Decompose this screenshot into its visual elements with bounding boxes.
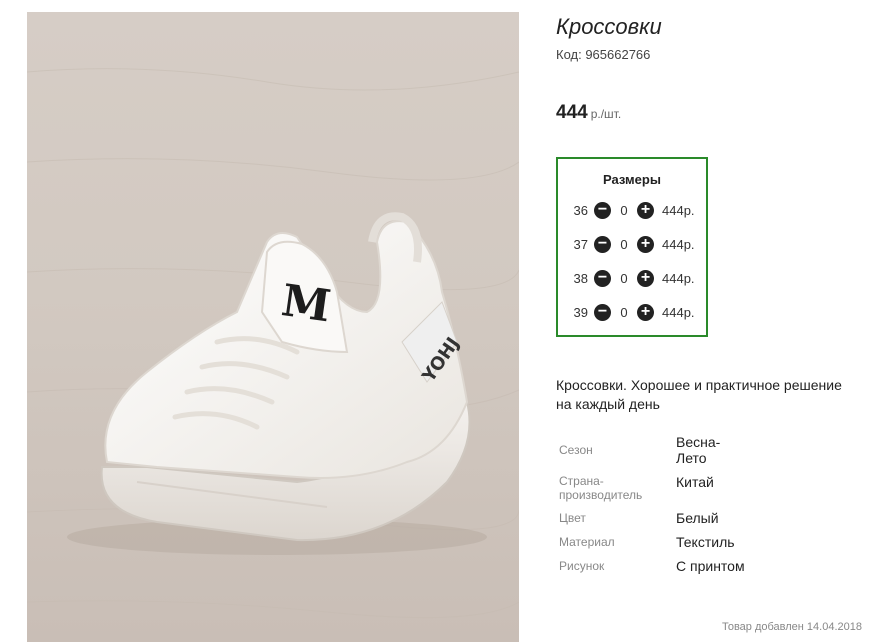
size-label: 38 bbox=[573, 270, 588, 286]
quantity-value: 0 bbox=[620, 304, 628, 320]
quantity-value: 0 bbox=[620, 236, 628, 252]
product-title: Кроссовки bbox=[556, 14, 662, 39]
price-value: 444 bbox=[556, 102, 588, 123]
plus-circle-icon[interactable]: + bbox=[637, 201, 654, 219]
size-price: 444р. bbox=[662, 270, 695, 286]
plus-circle-icon[interactable]: + bbox=[637, 235, 654, 253]
price-unit: р./шт. bbox=[590, 107, 622, 121]
quantity-value: 0 bbox=[620, 270, 628, 286]
size-price: 444р. bbox=[662, 304, 695, 320]
spec-value: С принтом bbox=[676, 558, 745, 574]
spec-row-country: Страна-производитель Китай bbox=[559, 474, 859, 502]
date-added: Товар добавлен 14.04.2018 bbox=[721, 621, 862, 633]
product-code: Код: 965662766 bbox=[556, 47, 651, 62]
spec-row-pattern: Рисунок С принтом bbox=[559, 558, 859, 574]
size-row-38: 38 − 0 + 444р. bbox=[558, 261, 706, 295]
product-price: 444 р./шт. bbox=[556, 102, 621, 124]
product-photo[interactable]: M YOHJ bbox=[27, 12, 519, 642]
plus-circle-icon[interactable]: + bbox=[637, 269, 654, 287]
spec-value: Текстиль bbox=[676, 534, 735, 550]
product-description: Кроссовки. Хорошее и практичное решение … bbox=[556, 377, 842, 412]
spec-label: Страна-производитель bbox=[559, 474, 643, 502]
spec-row-material: Материал Текстиль bbox=[559, 534, 859, 550]
size-label: 39 bbox=[573, 304, 588, 320]
spec-row-color: Цвет Белый bbox=[559, 510, 859, 526]
spec-label: Цвет bbox=[559, 511, 586, 525]
spec-row-season: Сезон Весна-Лето bbox=[559, 434, 859, 466]
size-label: 36 bbox=[573, 202, 588, 218]
spec-value: Весна-Лето bbox=[676, 434, 721, 466]
spec-value: Китай bbox=[676, 474, 714, 490]
minus-circle-icon[interactable]: − bbox=[594, 201, 611, 219]
specs-table: Сезон Весна-Лето Страна-производитель Ки… bbox=[559, 434, 859, 582]
size-row-39: 39 − 0 + 444р. bbox=[558, 295, 706, 329]
spec-label: Рисунок bbox=[559, 559, 605, 573]
size-label: 37 bbox=[573, 236, 588, 252]
plus-circle-icon[interactable]: + bbox=[637, 303, 654, 321]
spec-label: Сезон bbox=[559, 443, 593, 457]
minus-circle-icon[interactable]: − bbox=[594, 235, 611, 253]
shoe-logo-text: M bbox=[279, 275, 334, 332]
sizes-heading: Размеры bbox=[603, 172, 661, 187]
spec-label: Материал bbox=[559, 535, 615, 549]
size-row-36: 36 − 0 + 444р. bbox=[558, 193, 706, 227]
size-row-37: 37 − 0 + 444р. bbox=[558, 227, 706, 261]
size-price: 444р. bbox=[662, 236, 695, 252]
quantity-value: 0 bbox=[620, 202, 628, 218]
minus-circle-icon[interactable]: − bbox=[594, 303, 611, 321]
size-price: 444р. bbox=[662, 202, 695, 218]
minus-circle-icon[interactable]: − bbox=[594, 269, 611, 287]
size-selector: Размеры 36 − 0 + 444р. 37 − 0 + 444р. 38… bbox=[556, 157, 708, 337]
spec-value: Белый bbox=[676, 510, 719, 526]
